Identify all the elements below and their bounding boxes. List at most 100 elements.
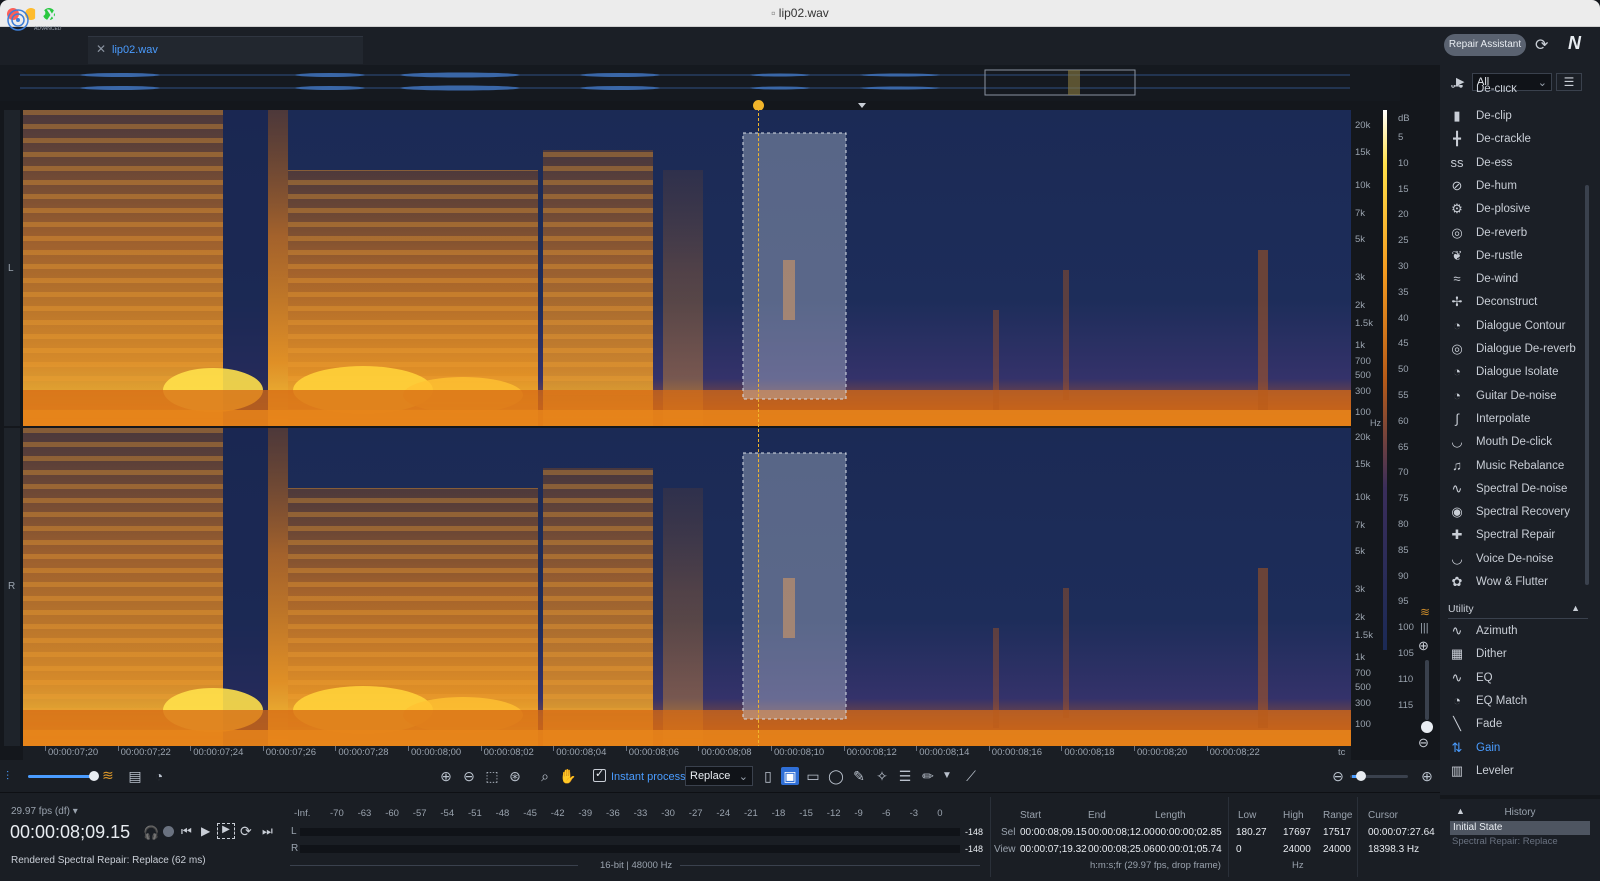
tab-label[interactable]: lip02.wav [112,44,158,56]
module-item[interactable]: ⚙ De-plosive [1448,198,1588,220]
horizontal-zoom-in-icon[interactable]: ⊕ [1418,767,1436,785]
view-low[interactable]: 0 [1236,844,1242,855]
time-selection-icon[interactable]: ▯ [759,767,777,785]
play-icon[interactable]: ▶ [201,824,210,838]
module-item[interactable]: ♫ Music Rebalance [1448,455,1588,477]
sel-length[interactable]: 00:00:00;02.85 [1155,827,1222,838]
module-item[interactable]: ╋ De-crackle [1448,128,1588,150]
view-range[interactable]: 24000 [1323,844,1351,855]
utility-item[interactable]: ╲ Fade [1448,713,1588,735]
module-item[interactable]: ⊶ De-click [1448,85,1588,95]
view-length[interactable]: 00:00:01;05.74 [1155,844,1222,855]
zoom-fit-icon[interactable]: ⊛ [506,767,524,785]
zoom-in-icon[interactable]: ⊕ [437,767,455,785]
module-item[interactable]: ✚ Spectral Repair [1448,524,1588,546]
zoom-out-vertical-icon[interactable]: ⊖ [1418,735,1429,751]
selection-end-marker[interactable] [858,103,866,108]
horizontal-zoom-out-icon[interactable]: ⊖ [1329,767,1347,785]
pencil-icon[interactable]: ✏ [919,767,937,785]
zoom-out-icon[interactable]: ⊖ [460,767,478,785]
zoom-selection-icon[interactable]: ⬚ [483,767,501,785]
markers-list-icon[interactable]: ▤ [126,767,144,785]
audio-format: 16-bit | 48000 Hz [600,860,673,871]
utility-item[interactable]: ◔ EQ Match [1448,690,1588,712]
sel-end[interactable]: 00:00:08;12.00 [1088,827,1155,838]
waveform-icon[interactable]: ||| [1420,622,1429,634]
magic-wand-icon[interactable]: ✧ [873,767,891,785]
utility-item[interactable]: ▥ Leveler [1448,760,1588,782]
utility-item[interactable]: ▦ Dither [1448,643,1588,665]
module-item[interactable]: ✢ Deconstruct [1448,291,1588,313]
instant-process-checkbox[interactable]: ✓ [593,768,606,782]
utility-item[interactable]: ⇅ Gain [1448,737,1588,759]
module-item[interactable]: ≈ De-wind [1448,268,1588,290]
ni-logo[interactable]: N [1568,33,1590,55]
module-item[interactable]: ∿ Spectral De-noise [1448,478,1588,500]
harmonic-selection-icon[interactable]: ☰ [896,767,914,785]
opacity-slider-handle[interactable] [89,771,99,781]
lasso-icon[interactable]: ◯ [827,767,845,785]
waveform-view-icon[interactable]: ⫶ [6,769,9,784]
vertical-zoom-slider[interactable] [1425,660,1429,720]
instant-process-label[interactable]: Instant process [611,771,686,783]
envelope-icon[interactable]: ⟋ [962,767,980,785]
module-item[interactable]: ∫ Interpolate [1448,408,1588,430]
view-high[interactable]: 24000 [1283,844,1311,855]
spectrogram-icon[interactable]: ≋ [1420,605,1430,619]
spectrogram-right[interactable] [23,428,1351,746]
instant-process-mode-select[interactable]: Replace ⌄ [685,766,753,786]
vertical-zoom-handle[interactable] [1421,721,1433,733]
close-tab-icon[interactable]: ✕ [96,42,106,56]
history-item[interactable]: Spectral Repair: Replace [1452,836,1558,847]
comments-icon[interactable]: ◔ [150,767,168,785]
sel-start[interactable]: 00:00:08;09.15 [1020,827,1087,838]
module-item[interactable]: ◡ Voice De-noise [1448,548,1588,570]
sel-low[interactable]: 180.27 [1236,827,1267,838]
time-freq-selection-icon[interactable]: ▣ [781,767,799,785]
hand-tool-icon[interactable]: ✋ [559,767,577,785]
spectrogram-view-icon[interactable]: ≋ [102,767,114,784]
history-item-current[interactable]: Initial State [1450,821,1590,835]
skip-back-icon[interactable]: ⏮ [181,824,192,839]
freq-selection-icon[interactable]: ▭ [804,767,822,785]
record-button[interactable] [163,826,174,837]
skip-forward-icon[interactable]: ⏭ [262,824,273,839]
utility-item[interactable]: ∿ EQ [1448,667,1588,689]
module-item[interactable]: ◎ De-reverb [1448,222,1588,244]
module-item[interactable]: ✿ Wow & Flutter [1448,571,1588,593]
module-item[interactable]: ◔ Dialogue Contour [1448,315,1588,337]
module-item[interactable]: ◔ Guitar De-noise [1448,385,1588,407]
opacity-slider[interactable] [28,775,98,778]
utility-section-header[interactable]: Utility ▲ [1448,601,1588,619]
headphones-icon[interactable]: 🎧 [143,825,159,841]
timecode-display[interactable]: 00:00:08;09.15 [10,822,130,843]
module-item[interactable]: ◡ Mouth De-click [1448,431,1588,453]
sel-range[interactable]: 17517 [1323,827,1351,838]
module-item[interactable]: ◔ Dialogue Isolate [1448,361,1588,383]
module-item[interactable]: ⊘ De-hum [1448,175,1588,197]
zoom-tool-icon[interactable]: ⌕ [536,767,554,785]
horizontal-zoom-handle[interactable] [1356,771,1366,781]
view-start[interactable]: 00:00:07;19.32 [1020,844,1087,855]
spectrogram-left[interactable] [23,110,1351,426]
module-item[interactable]: ◎ Dialogue De-reverb [1448,338,1588,360]
view-end[interactable]: 00:00:08;25.06 [1088,844,1155,855]
zoom-in-vertical-icon[interactable]: ⊕ [1418,638,1429,654]
module-label: Dialogue Contour [1476,319,1566,332]
module-item[interactable]: ◉ Spectral Recovery [1448,501,1588,523]
sel-high[interactable]: 17697 [1283,827,1311,838]
collapse-icon[interactable]: ▲ [1571,603,1580,613]
repair-assistant-button[interactable]: Repair Assistant [1444,34,1526,56]
brush-icon[interactable]: ✎ [850,767,868,785]
loop-icon[interactable]: ⟳ [240,823,252,840]
module-item[interactable]: ▮ De-clip [1448,105,1588,127]
waveform-overview[interactable] [0,65,1400,101]
utility-item[interactable]: ∿ Azimuth [1448,620,1588,642]
connect-icon[interactable]: ⟳ [1535,35,1555,55]
tool-options-chevron-icon[interactable]: ▼ [938,767,956,785]
play-selection-icon[interactable]: ▶ [217,823,235,839]
module-item[interactable]: ❦ De-rustle [1448,245,1588,267]
fps-label[interactable]: 29.97 fps (df) ▾ [11,806,78,817]
module-item[interactable]: ss De-ess [1448,152,1588,174]
time-tick: 00:00:08;14 [919,747,970,758]
